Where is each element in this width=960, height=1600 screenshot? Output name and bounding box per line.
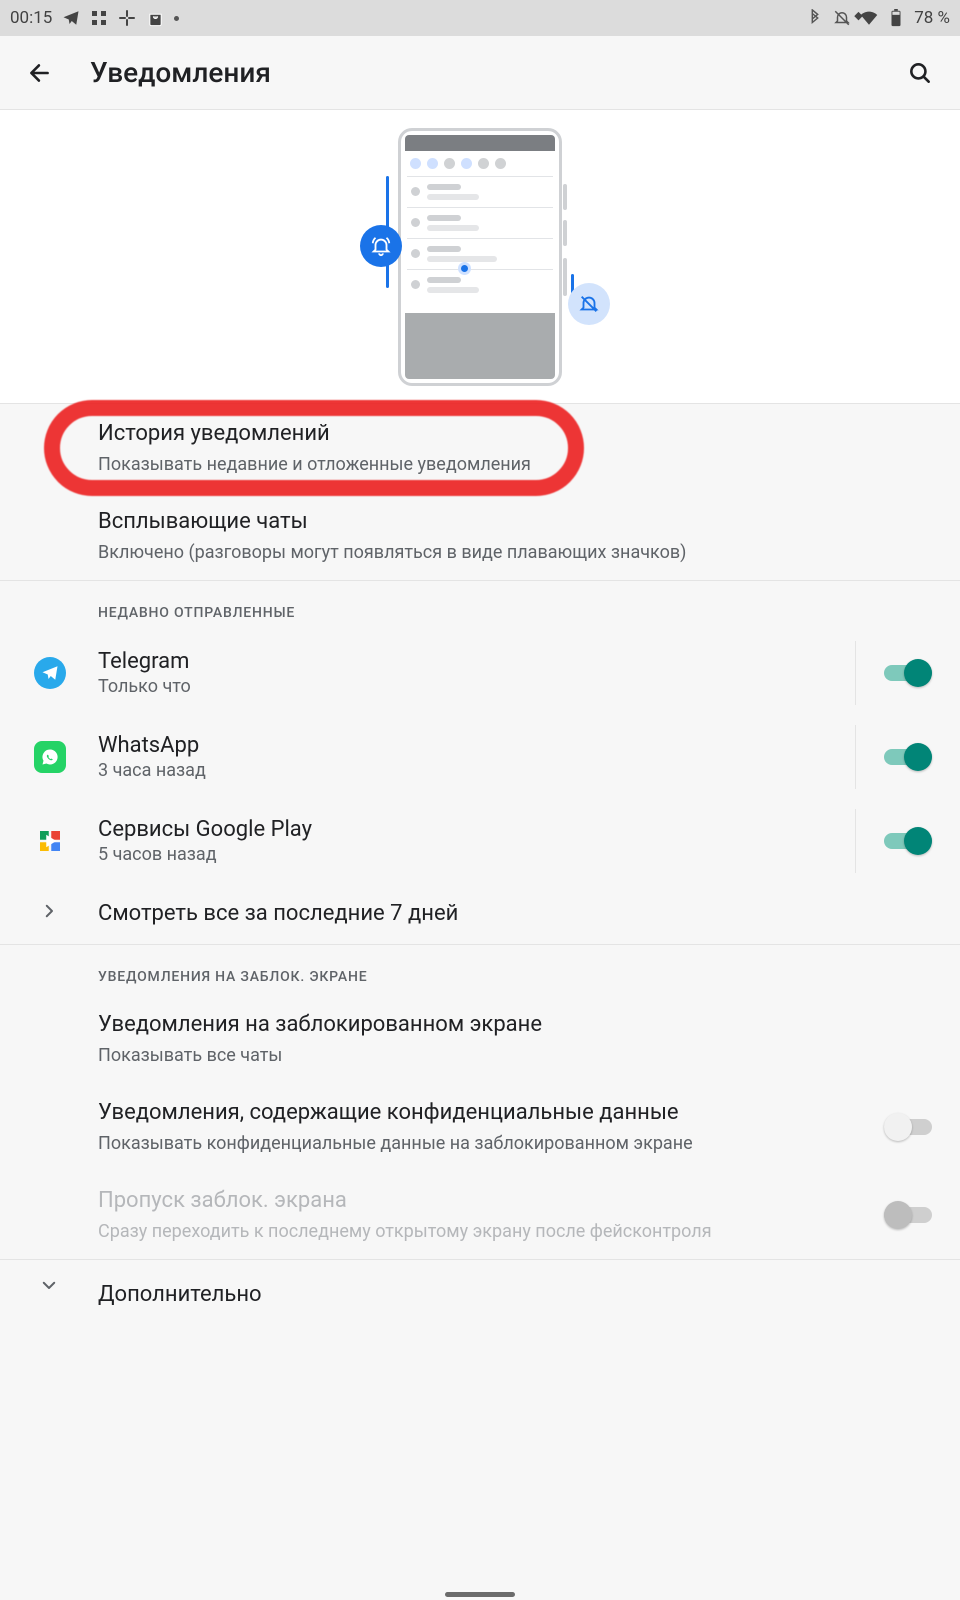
bluetooth-icon — [806, 9, 824, 27]
item-see-all-7-days[interactable]: Смотреть все за последние 7 дней — [0, 883, 960, 944]
separator — [855, 809, 856, 873]
item-title: Уведомления, содержащие конфиденциальные… — [98, 1099, 852, 1128]
item-notification-history[interactable]: История уведомлений Показывать недавние … — [0, 404, 960, 492]
app-name: WhatsApp — [98, 733, 870, 758]
status-bar: 00:15 ◆ 78 % — [0, 0, 960, 36]
item-title: Уведомления на заблокированном экране — [98, 1011, 932, 1040]
item-skip-lockscreen: Пропуск заблок. экрана Сразу переходить … — [0, 1171, 960, 1259]
item-sensitive-notifications[interactable]: Уведомления, содержащие конфиденциальные… — [0, 1083, 960, 1171]
bell-ring-icon — [360, 225, 402, 267]
telegram-app-icon — [34, 657, 66, 689]
item-bubbles[interactable]: Всплывающие чаты Включено (разговоры мог… — [0, 492, 960, 580]
bag-status-icon — [146, 9, 164, 27]
status-time: 00:15 — [10, 8, 52, 28]
app-when: 5 часов назад — [98, 844, 870, 865]
separator — [855, 641, 856, 705]
wifi-signal-icon: ◆ — [860, 9, 878, 27]
search-button[interactable] — [900, 53, 940, 93]
app-bar: Уведомления — [0, 36, 960, 110]
app-row-whatsapp[interactable]: WhatsApp 3 часа назад — [0, 715, 960, 799]
play-services-app-icon — [34, 825, 66, 857]
more-status-icon — [174, 16, 179, 21]
app-name: Сервисы Google Play — [98, 817, 870, 842]
item-subtitle: Включено (разговоры могут появляться в в… — [98, 541, 932, 564]
nav-handle[interactable] — [445, 1592, 515, 1597]
item-subtitle: Показывать конфиденциальные данные на за… — [98, 1132, 852, 1155]
item-title: Всплывающие чаты — [98, 508, 932, 537]
whatsapp-app-icon — [34, 741, 66, 773]
hero-illustration — [0, 110, 960, 404]
item-subtitle: Показывать все чаты — [98, 1044, 932, 1067]
app-row-google-play-services[interactable]: Сервисы Google Play 5 часов назад — [0, 799, 960, 883]
slack-status-icon — [118, 9, 136, 27]
battery-icon — [887, 9, 905, 27]
item-title: История уведомлений — [98, 420, 932, 449]
telegram-status-icon — [62, 9, 80, 27]
back-button[interactable] — [20, 53, 60, 93]
bell-off-icon — [568, 283, 610, 325]
section-header-recent: НЕДАВНО ОТПРАВЛЕННЫЕ — [0, 581, 960, 631]
app-row-telegram[interactable]: Telegram Только что — [0, 631, 960, 715]
item-title: Пропуск заблок. экрана — [98, 1187, 852, 1216]
separator — [855, 725, 856, 789]
toggle-skip-lockscreen — [884, 1201, 932, 1229]
item-subtitle: Сразу переходить к последнему открытому … — [98, 1220, 852, 1243]
app-when: 3 часа назад — [98, 760, 870, 781]
app-name: Telegram — [98, 649, 870, 674]
dnd-icon — [833, 9, 851, 27]
toggle-whatsapp[interactable] — [884, 743, 932, 771]
chevron-down-icon — [40, 1276, 58, 1298]
section-header-lockscreen: УВЕДОМЛЕНИЯ НА ЗАБЛОК. ЭКРАНЕ — [0, 945, 960, 995]
toggle-telegram[interactable] — [884, 659, 932, 687]
page-title: Уведомления — [90, 56, 271, 89]
item-advanced[interactable]: Дополнительно — [0, 1260, 960, 1315]
see-all-label: Смотреть все за последние 7 дней — [98, 901, 932, 926]
item-subtitle: Показывать недавние и отложенные уведомл… — [98, 453, 932, 476]
advanced-label: Дополнительно — [98, 1282, 932, 1307]
chevron-right-icon — [40, 902, 58, 924]
item-lockscreen-notifications[interactable]: Уведомления на заблокированном экране По… — [0, 995, 960, 1083]
apps-status-icon — [90, 9, 108, 27]
toggle-play-services[interactable] — [884, 827, 932, 855]
app-when: Только что — [98, 676, 870, 697]
toggle-sensitive[interactable] — [884, 1113, 932, 1141]
battery-percent: 78 % — [914, 8, 950, 28]
